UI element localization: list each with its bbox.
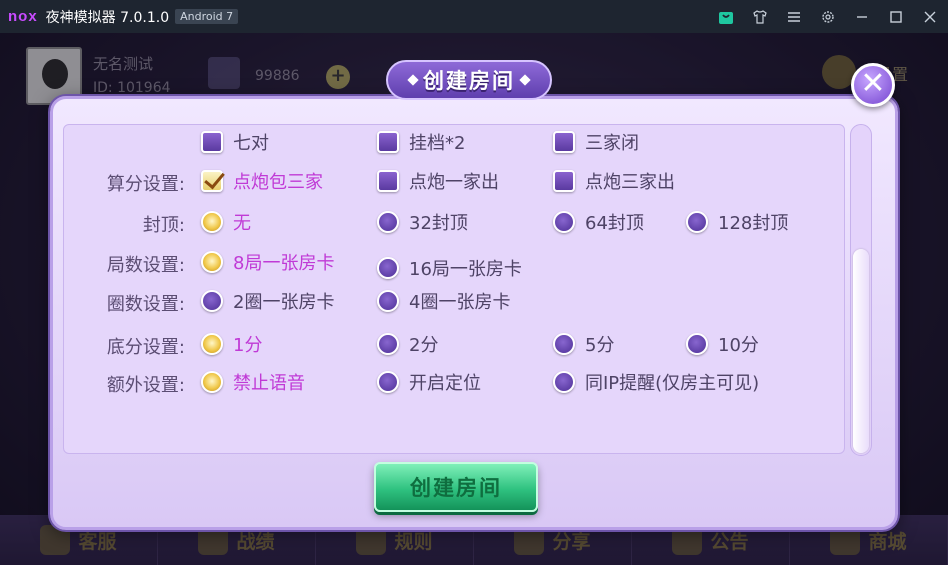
- radio-option[interactable]: 5分: [553, 331, 614, 357]
- radio-icon[interactable]: [201, 211, 223, 233]
- diamond-icon: [407, 74, 419, 86]
- row-label: 底分设置:: [106, 337, 185, 358]
- store-icon[interactable]: [716, 7, 736, 27]
- diamond-icon: [519, 74, 531, 86]
- option-label: 16局一张房卡: [409, 259, 522, 280]
- room-options-panel[interactable]: 七对 挂档*2 三家闭算分设置: 点炮包三家 点炮一家出 点炮三家出封顶: 无 32封顶 64封…: [63, 124, 845, 454]
- shirt-icon[interactable]: [750, 7, 770, 27]
- option-label: 64封顶: [585, 213, 644, 234]
- option-label: 点炮一家出: [409, 172, 499, 193]
- radio-icon[interactable]: [377, 371, 399, 393]
- radio-option[interactable]: 16局一张房卡: [377, 255, 522, 281]
- radio-icon[interactable]: [201, 371, 223, 393]
- checkbox-option[interactable]: 三家闭: [553, 129, 639, 155]
- radio-option[interactable]: 2圈一张房卡: [201, 288, 334, 314]
- option-label: 8局一张房卡: [233, 253, 335, 274]
- emulator-titlebar: nox 夜神模拟器 7.0.1.0 Android 7: [0, 0, 948, 33]
- dialog-header: 创建房间: [386, 60, 552, 100]
- option-label: 2圈一张房卡: [233, 292, 335, 313]
- option-label: 128封顶: [718, 213, 789, 234]
- radio-icon[interactable]: [377, 333, 399, 355]
- checkbox-option[interactable]: 点炮一家出: [377, 168, 499, 194]
- checkbox-icon[interactable]: [553, 170, 575, 192]
- gear-icon[interactable]: [818, 7, 838, 27]
- dialog-title: 创建房间: [423, 69, 515, 93]
- row-label: 额外设置:: [106, 375, 185, 396]
- radio-option[interactable]: 64封顶: [553, 209, 644, 235]
- radio-option[interactable]: 无: [201, 209, 251, 235]
- emulator-title: 夜神模拟器 7.0.1.0: [45, 9, 170, 26]
- radio-icon[interactable]: [377, 257, 399, 279]
- row-label: 封顶:: [142, 215, 185, 236]
- radio-icon[interactable]: [686, 211, 708, 233]
- dialog-close-button[interactable]: ✕: [851, 63, 895, 107]
- radio-option[interactable]: 32封顶: [377, 209, 468, 235]
- option-label: 4圈一张房卡: [409, 292, 511, 313]
- radio-option[interactable]: 4圈一张房卡: [377, 288, 510, 314]
- option-label: 32封顶: [409, 213, 468, 234]
- radio-icon[interactable]: [377, 211, 399, 233]
- maximize-icon[interactable]: [886, 7, 906, 27]
- scrollbar-thumb[interactable]: [853, 249, 869, 453]
- option-label: 点炮包三家: [233, 172, 323, 193]
- option-label: 无: [233, 213, 251, 234]
- close-icon[interactable]: [920, 7, 940, 27]
- radio-option[interactable]: 128封顶: [686, 209, 788, 235]
- radio-icon[interactable]: [553, 333, 575, 355]
- checkbox-icon[interactable]: [201, 170, 223, 192]
- radio-icon[interactable]: [686, 333, 708, 355]
- android-version-badge: Android 7: [175, 9, 239, 24]
- row-label: 算分设置:: [106, 174, 185, 195]
- checkbox-option[interactable]: 七对: [201, 129, 269, 155]
- option-label: 禁止语音: [233, 373, 305, 394]
- create-room-button[interactable]: 创建房间: [374, 462, 538, 512]
- option-label: 挂档*2: [409, 133, 466, 154]
- radio-option[interactable]: 开启定位: [377, 369, 481, 395]
- menu-icon[interactable]: [784, 7, 804, 27]
- radio-icon[interactable]: [553, 371, 575, 393]
- option-label: 同IP提醒(仅房主可见): [585, 373, 760, 394]
- checkbox-icon[interactable]: [377, 170, 399, 192]
- option-label: 七对: [233, 133, 269, 154]
- row-label: 圈数设置:: [106, 294, 185, 315]
- minimize-icon[interactable]: [852, 7, 872, 27]
- checkbox-option[interactable]: 点炮三家出: [553, 168, 675, 194]
- radio-option[interactable]: 禁止语音: [201, 369, 305, 395]
- radio-icon[interactable]: [201, 251, 223, 273]
- row-label: 局数设置:: [106, 255, 185, 276]
- option-label: 三家闭: [585, 133, 639, 154]
- checkbox-icon[interactable]: [201, 131, 223, 153]
- radio-icon[interactable]: [201, 290, 223, 312]
- radio-icon[interactable]: [553, 211, 575, 233]
- option-label: 点炮三家出: [585, 172, 675, 193]
- nox-logo: nox: [8, 8, 38, 25]
- option-label: 1分: [233, 335, 263, 356]
- radio-icon[interactable]: [201, 333, 223, 355]
- option-label: 开启定位: [409, 373, 481, 394]
- checkbox-option[interactable]: 挂档*2: [377, 129, 465, 155]
- radio-option[interactable]: 8局一张房卡: [201, 249, 334, 275]
- checkbox-icon[interactable]: [377, 131, 399, 153]
- radio-option[interactable]: 2分: [377, 331, 438, 357]
- titlebar-controls: [716, 0, 940, 33]
- radio-option[interactable]: 1分: [201, 331, 262, 357]
- option-label: 5分: [585, 335, 615, 356]
- radio-option[interactable]: 同IP提醒(仅房主可见): [553, 369, 759, 395]
- options-scrollbar[interactable]: [850, 124, 872, 456]
- option-label: 10分: [718, 335, 759, 356]
- checkbox-option[interactable]: 点炮包三家: [201, 168, 323, 194]
- radio-icon[interactable]: [377, 290, 399, 312]
- option-label: 2分: [409, 335, 439, 356]
- radio-option[interactable]: 10分: [686, 331, 759, 357]
- checkbox-icon[interactable]: [553, 131, 575, 153]
